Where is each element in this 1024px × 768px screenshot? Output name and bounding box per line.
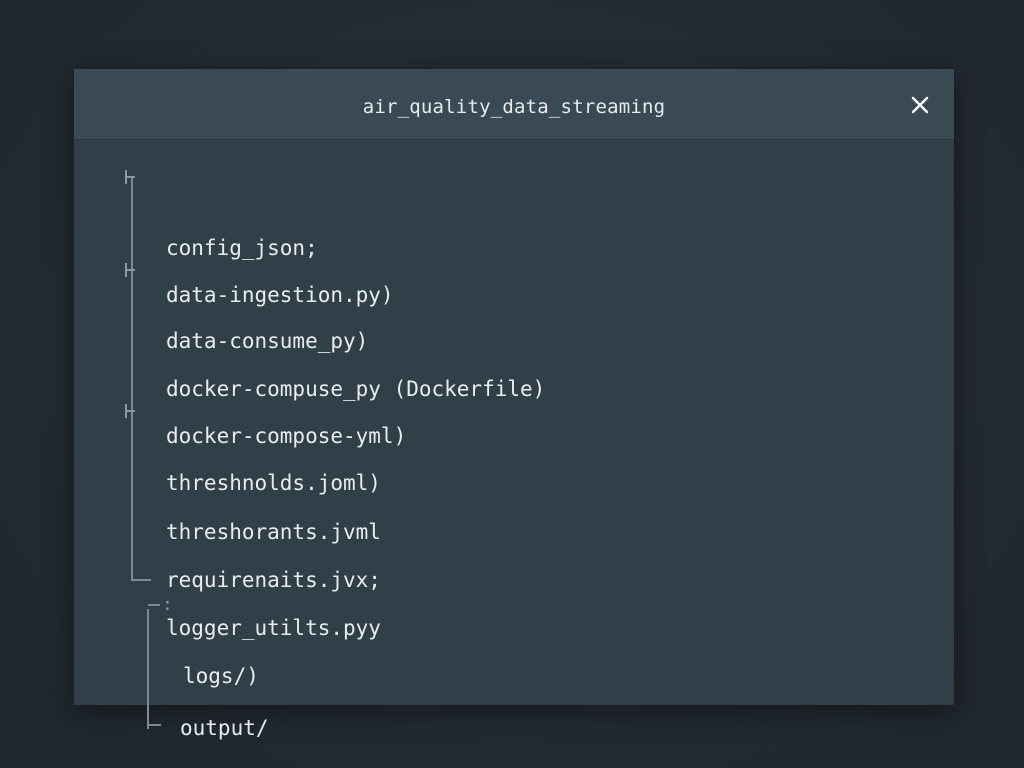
tree-item-threshorants[interactable]: threshorants.jvml [166, 519, 381, 545]
tree-guide-line [148, 604, 160, 606]
file-tree: : config_json; data-ingestion.py) data-c… [74, 139, 954, 740]
tree-branch-marker [125, 170, 135, 184]
tree-item-logs[interactable]: logs/) [183, 663, 259, 689]
tree-item-docker-compose[interactable]: docker-compose-yml) [166, 423, 406, 449]
tree-item-logger-utilts[interactable]: logger_utilts.pyy [166, 615, 381, 641]
window-title: air_quality_data_streaming [362, 96, 666, 118]
tree-colon-marker: : [162, 594, 173, 615]
tree-guide-line [131, 177, 133, 581]
tree-branch-marker [125, 263, 135, 277]
tree-item-data-consume[interactable]: data-consume_py) [166, 328, 368, 354]
tree-item-data-ingestion[interactable]: data-ingestion.py) [166, 282, 394, 308]
tree-item-threshnolds[interactable]: threshnolds.joml) [166, 470, 381, 496]
close-button[interactable] [906, 91, 934, 119]
window-titlebar: air_quality_data_streaming [74, 69, 954, 140]
tree-guide-line [147, 724, 161, 726]
close-icon [911, 96, 929, 114]
tree-item-output[interactable]: output/ [180, 715, 269, 741]
tree-item-requirenaits[interactable]: requirenaits.jvx; [166, 567, 381, 593]
tree-guide-line [131, 579, 151, 581]
tree-guide-line [147, 609, 149, 729]
tree-branch-marker [125, 404, 135, 418]
file-tree-window: air_quality_data_streaming : config_json… [74, 69, 954, 740]
tree-item-config[interactable]: config_json; [166, 235, 318, 261]
tree-item-docker-compuse[interactable]: docker-compuse_py (Dockerfile) [166, 376, 545, 402]
